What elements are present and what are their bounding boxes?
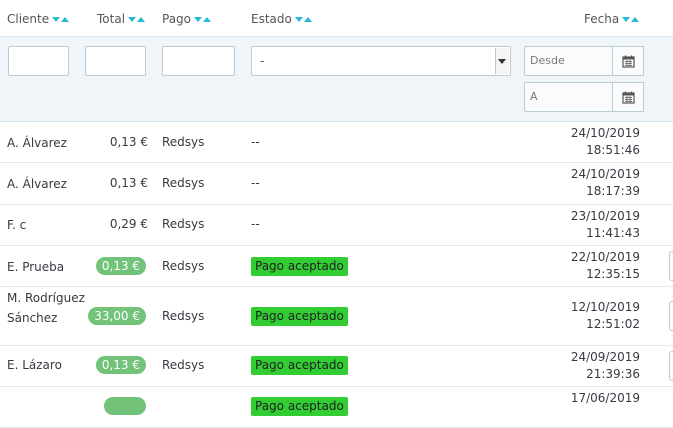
column-fecha-label: Fecha <box>584 12 620 26</box>
estado-cell: -- <box>251 217 260 231</box>
table-row[interactable]: A. Álvarez 0,13 € Redsys -- 24/10/2019 1… <box>0 163 673 205</box>
fecha-cell: 23/10/2019 11:41:43 <box>571 208 640 242</box>
cliente-cell: A. Álvarez <box>7 177 67 191</box>
estado-cell: -- <box>251 135 260 149</box>
fecha-date: 24/09/2019 <box>570 350 640 364</box>
column-pago[interactable]: Pago <box>162 12 212 26</box>
cliente-cell: F. c <box>7 218 27 232</box>
estado-filter-value: - <box>260 54 265 68</box>
row-action-button[interactable] <box>669 351 673 381</box>
table-row[interactable]: Pago aceptado 17/06/2019 <box>0 387 673 428</box>
pago-cell: Redsys <box>162 259 205 273</box>
pago-cell: Redsys <box>162 217 205 231</box>
column-cliente[interactable]: Cliente <box>7 12 70 26</box>
table-row[interactable]: F. c 0,29 € Redsys -- 23/10/2019 11:41:4… <box>0 205 673 246</box>
fecha-time: 21:39:36 <box>586 367 640 381</box>
fecha-cell: 22/10/2019 12:35:15 <box>571 249 640 283</box>
filter-row: - Desde A <box>0 37 673 122</box>
total-badge: 0,13 € <box>95 356 146 374</box>
total-badge: 33,00 € <box>88 307 146 325</box>
table-header: Cliente Total Pago Estado Fecha <box>0 0 673 37</box>
calendar-hasta-button[interactable] <box>613 82 644 112</box>
cliente-cell: A. Álvarez <box>7 136 67 150</box>
status-badge: Pago aceptado <box>251 307 348 326</box>
pago-cell: Redsys <box>162 135 205 149</box>
column-estado[interactable]: Estado <box>251 12 312 26</box>
status-badge: Pago aceptado <box>251 257 348 276</box>
total-cell: 0,13 € <box>95 257 146 275</box>
sort-arrows-icon[interactable] <box>52 16 70 22</box>
column-total[interactable]: Total <box>97 12 146 26</box>
table-row[interactable]: M. Rodríguez Sánchez 33,00 € Redsys Pago… <box>0 287 673 346</box>
fecha-time: 12:35:15 <box>586 267 640 281</box>
fecha-date: 23/10/2019 <box>570 209 640 223</box>
cliente-cell: E. Prueba <box>7 260 65 274</box>
pago-filter-input[interactable] <box>162 46 235 76</box>
estado-cell: Pago aceptado <box>251 307 348 326</box>
sort-arrows-icon[interactable] <box>294 16 312 22</box>
fecha-time: 12:51:02 <box>586 317 640 331</box>
estado-cell: Pago aceptado <box>251 257 348 276</box>
fecha-date: 24/10/2019 <box>570 126 640 140</box>
calendar-icon <box>621 91 635 104</box>
cliente-filter-input[interactable] <box>8 46 69 76</box>
estado-filter-select[interactable]: - <box>251 46 511 76</box>
estado-cell: Pago aceptado <box>251 356 348 375</box>
table-row[interactable]: A. Álvarez 0,13 € Redsys -- 24/10/2019 1… <box>0 122 673 163</box>
total-badge: 0,13 € <box>95 257 146 275</box>
total-filter-input[interactable] <box>85 46 146 76</box>
fecha-cell: 24/10/2019 18:51:46 <box>571 125 640 159</box>
fecha-cell: 12/10/2019 12:51:02 <box>571 299 640 333</box>
cliente-cell: E. Lázaro <box>7 358 62 372</box>
total-cell: 33,00 € <box>88 307 146 325</box>
fecha-date: 24/10/2019 <box>570 167 640 181</box>
calendar-desde-button[interactable] <box>613 46 644 76</box>
fecha-time: 11:41:43 <box>586 226 640 240</box>
column-total-label: Total <box>97 12 126 26</box>
calendar-icon <box>621 55 635 68</box>
cliente-cell: M. Rodríguez Sánchez <box>7 291 85 325</box>
fecha-date: 22/10/2019 <box>570 250 640 264</box>
fecha-date: 17/06/2019 <box>570 391 640 405</box>
fecha-desde-input[interactable]: Desde <box>524 46 613 76</box>
fecha-time: 18:17:39 <box>586 184 640 198</box>
fecha-cell: 24/10/2019 18:17:39 <box>571 166 640 200</box>
fecha-cell: 17/06/2019 <box>571 390 640 407</box>
fecha-date: 12/10/2019 <box>570 300 640 314</box>
row-action-button[interactable] <box>669 301 673 331</box>
fecha-cell: 24/09/2019 21:39:36 <box>571 349 640 383</box>
column-fecha[interactable]: Fecha <box>584 12 640 26</box>
column-estado-label: Estado <box>251 12 292 26</box>
estado-cell: -- <box>251 176 260 190</box>
pago-cell: Redsys <box>162 176 205 190</box>
sort-arrows-icon[interactable] <box>622 16 640 22</box>
fecha-time: 18:51:46 <box>586 143 640 157</box>
pago-cell: Redsys <box>162 309 205 323</box>
sort-arrows-icon[interactable] <box>128 16 146 22</box>
fecha-hasta-input[interactable]: A <box>524 82 613 112</box>
pago-cell: Redsys <box>162 358 205 372</box>
row-action-button[interactable] <box>669 251 673 281</box>
total-cell: 0,13 € <box>109 135 148 149</box>
column-cliente-label: Cliente <box>7 12 50 26</box>
status-badge: Pago aceptado <box>251 356 348 375</box>
total-cell: 0,13 € <box>109 176 148 190</box>
table-row[interactable]: E. Lázaro 0,13 € Redsys Pago aceptado 24… <box>0 346 673 387</box>
total-cell: 0,29 € <box>109 217 148 231</box>
sort-arrows-icon[interactable] <box>194 16 212 22</box>
chevron-down-icon <box>495 48 509 74</box>
total-cell: 0,13 € <box>95 356 146 374</box>
table-row[interactable]: E. Prueba 0,13 € Redsys Pago aceptado 22… <box>0 246 673 287</box>
column-pago-label: Pago <box>162 12 192 26</box>
